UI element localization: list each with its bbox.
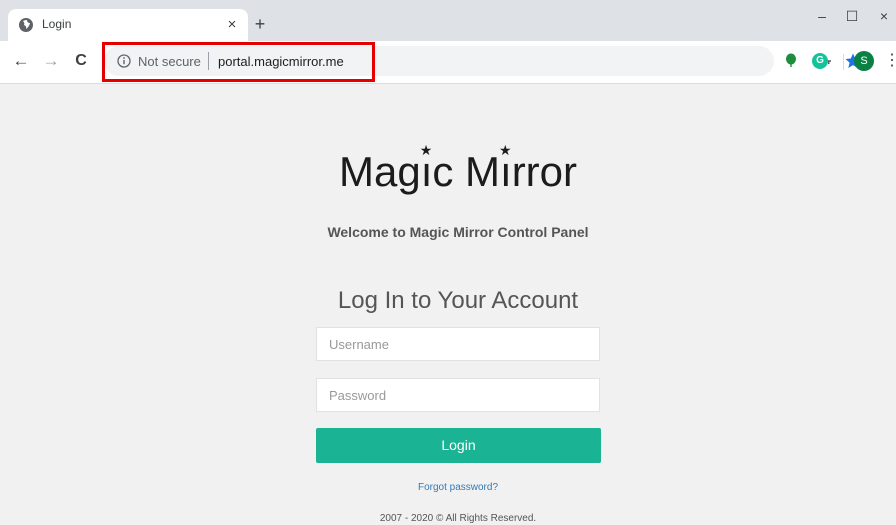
tab-strip: Login × + – ☐ ×: [0, 0, 896, 41]
forward-button[interactable]: →: [40, 50, 62, 72]
magic-mirror-logo: Magı ★ c Mı ★ rror: [338, 142, 578, 195]
logo-text-part2: c M: [432, 148, 501, 195]
logo-star-icon: ★: [419, 142, 433, 158]
logo-text-part1: Mag: [338, 148, 421, 195]
maximize-button[interactable]: ☐: [838, 6, 866, 26]
browser-tab[interactable]: Login ×: [8, 9, 248, 41]
window-close-button[interactable]: ×: [870, 6, 896, 26]
menu-icon[interactable]: ⋮: [884, 51, 896, 71]
login-button[interactable]: Login: [316, 428, 601, 463]
copyright-text: 2007 - 2020 © All Rights Reserved.: [379, 513, 537, 524]
address-highlight-box: [102, 42, 375, 82]
password-field[interactable]: [316, 378, 600, 412]
extension-leaf-icon[interactable]: [784, 53, 798, 67]
reload-button[interactable]: C: [70, 50, 92, 72]
username-field[interactable]: [316, 327, 600, 361]
logo-text-part3: rror: [511, 148, 578, 195]
login-page: Magı ★ c Mı ★ rror Welcome to Magic Mirror C…: [0, 84, 896, 525]
back-button[interactable]: ←: [10, 50, 32, 72]
password-input[interactable]: [317, 379, 599, 411]
logo-star-icon: ★: [499, 142, 512, 158]
login-heading: Log In to Your Account: [337, 287, 579, 314]
globe-icon: [18, 17, 34, 33]
username-input[interactable]: [317, 328, 599, 360]
minimize-button[interactable]: –: [808, 6, 836, 26]
tab-title: Login: [42, 17, 72, 31]
tab-close-icon[interactable]: ×: [222, 15, 242, 35]
forgot-password-link[interactable]: Forgot password?: [0, 482, 896, 493]
profile-avatar[interactable]: S: [854, 51, 874, 71]
toolbar-divider: [843, 54, 844, 70]
grammarly-icon[interactable]: G: [812, 53, 828, 69]
new-tab-button[interactable]: +: [250, 14, 270, 34]
welcome-text: Welcome to Magic Mirror Control Panel: [327, 224, 589, 240]
